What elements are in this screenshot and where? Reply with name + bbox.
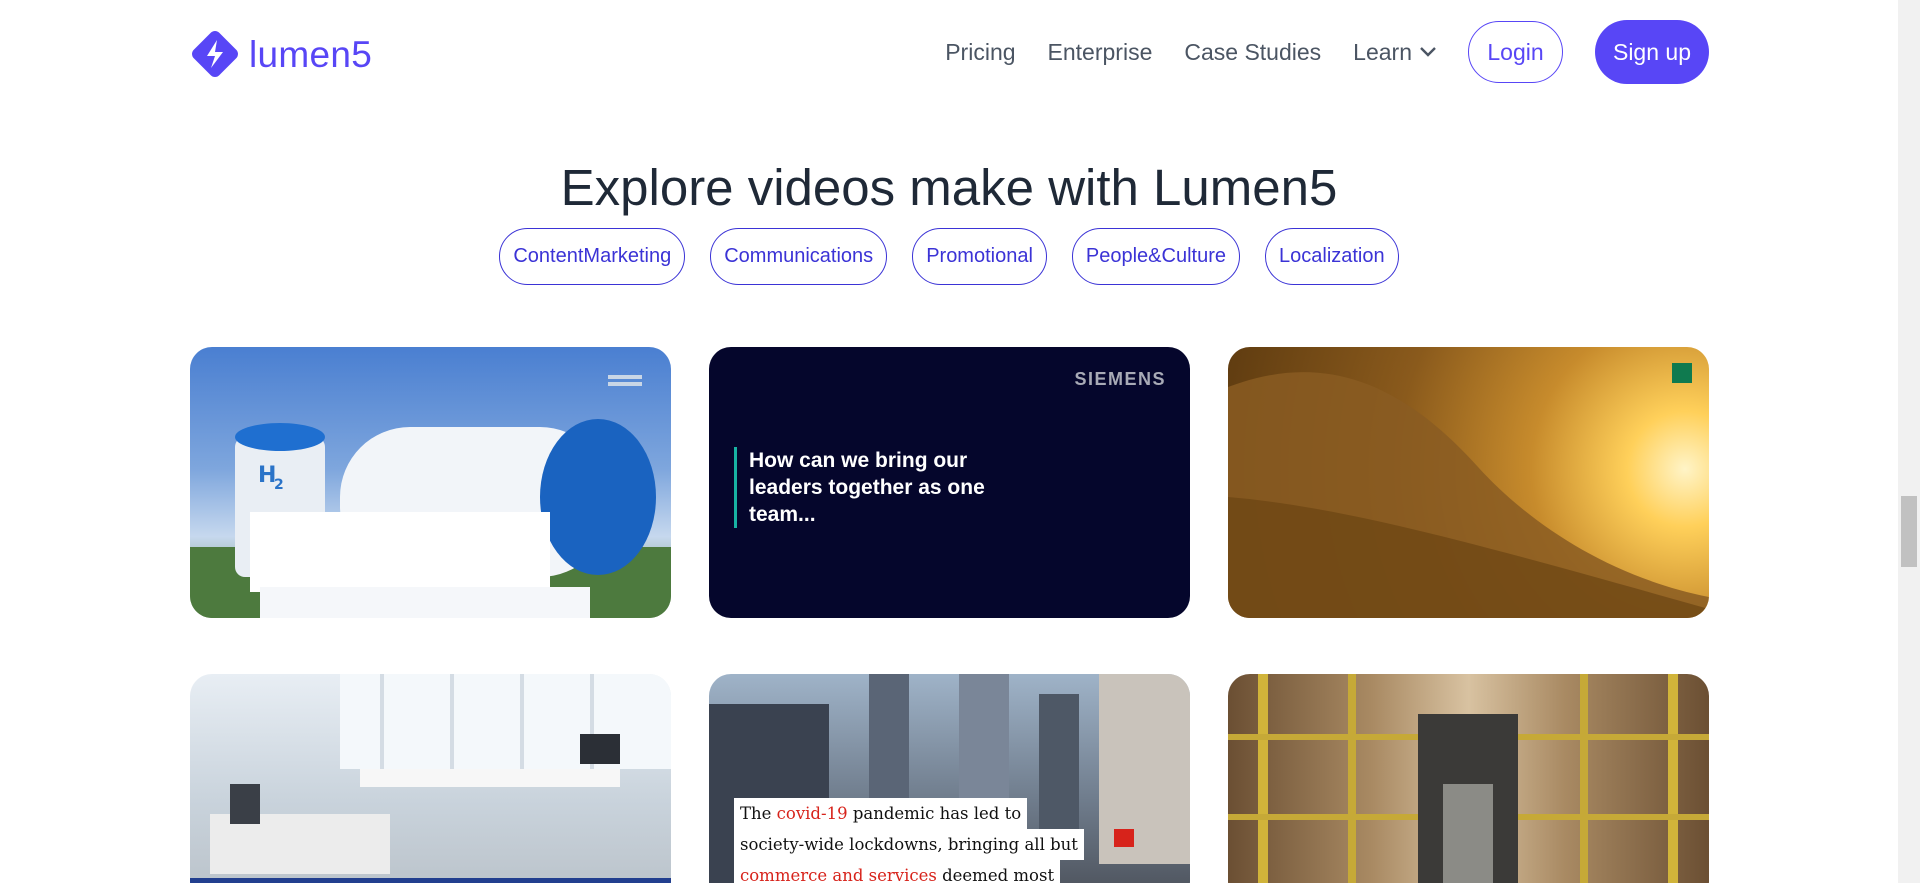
chevron-down-icon [1420,47,1436,57]
svg-text:2: 2 [274,477,284,493]
main-nav: Pricing Enterprise Case Studies Learn Lo… [945,20,1709,84]
news-line-3-highlight: commerce and services [740,866,937,883]
office-thumbnail [210,674,671,874]
nav-learn[interactable]: Learn [1353,39,1436,66]
filter-content-marketing[interactable]: ContentMarketing [499,228,686,285]
video-card-hydrogen[interactable]: H 2 [190,347,671,618]
nav-learn-label: Learn [1353,38,1412,65]
siemens-quote: How can we bring our leaders together as… [734,447,1004,528]
scrollbar-thumb[interactable] [1901,496,1917,567]
news-line-2: society-wide lockdowns, bringing all but [734,829,1084,860]
category-filters: ContentMarketing Communications Promotio… [0,228,1898,285]
section-heading: Explore videos make with Lumen5 [560,159,1338,216]
office-caption-bar [190,878,671,883]
news-line-1-highlight: covid-19 [776,804,848,823]
signup-button[interactable]: Sign up [1595,20,1709,84]
hydrogen-tank-thumbnail: H 2 [190,375,671,618]
nav-case-studies[interactable]: Case Studies [1184,39,1321,66]
siemens-logo: SIEMENS [1074,369,1166,389]
site-header: lumen5 Pricing Enterprise Case Studies L… [0,0,1898,104]
news-line-3: commerce and services deemed most [734,860,1061,883]
news-line-1: The covid-19 pandemic has led to [734,798,1028,829]
video-card-office[interactable] [190,674,671,883]
login-button[interactable]: Login [1468,21,1563,83]
nav-enterprise[interactable]: Enterprise [1048,39,1153,66]
mountain-thumbnail [1228,363,1709,618]
news-line-1-pre: The [740,804,777,823]
page-scrollbar[interactable] [1898,0,1920,883]
video-card-covid-news[interactable]: The covid-19 pandemic has led to society… [709,674,1190,883]
filter-communications[interactable]: Communications [710,228,888,285]
lumen5-logo-icon [192,31,238,77]
filter-people-culture[interactable]: People&Culture [1071,228,1240,285]
nav-pricing[interactable]: Pricing [945,39,1015,66]
filter-promotional[interactable]: Promotional [912,228,1047,285]
warehouse-thumbnail [1228,674,1709,883]
logo[interactable]: lumen5 [189,28,372,80]
news-line-3-post: deemed most [936,866,1055,883]
news-line-1-post: pandemic has led to [847,804,1022,823]
logo-text: lumen5 [249,33,373,75]
filter-localization[interactable]: Localization [1265,228,1399,285]
video-card-warehouse[interactable] [1228,674,1709,883]
video-card-siemens[interactable]: SIEMENS How can we bring our leaders tog… [709,347,1190,618]
news-caption: The covid-19 pandemic has led to society… [734,798,1084,883]
video-card-mountain[interactable] [1228,347,1709,618]
